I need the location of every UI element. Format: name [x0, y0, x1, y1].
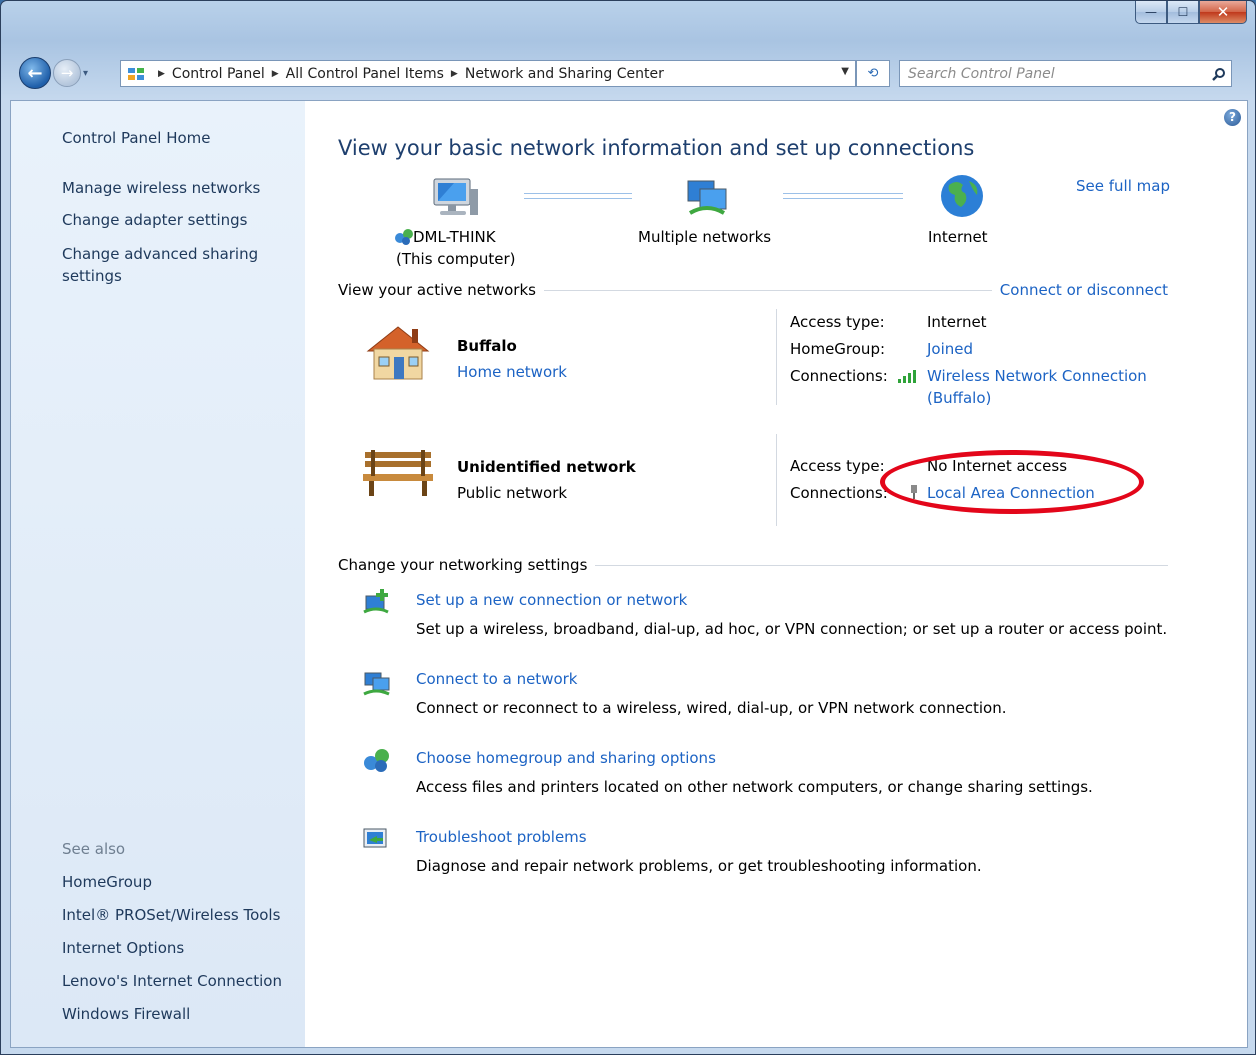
access-type-label: Access type:: [790, 457, 885, 475]
globe-icon: [939, 173, 985, 223]
minimize-icon: —: [1145, 5, 1157, 19]
homegroup-label: HomeGroup:: [790, 340, 886, 358]
see-also-internet-options[interactable]: Internet Options: [62, 939, 184, 957]
task-setup-connection-link[interactable]: Set up a new connection or network: [416, 591, 687, 609]
wireless-signal-icon: [897, 369, 921, 387]
troubleshoot-icon: [363, 827, 389, 855]
sidebar-item-control-panel-home[interactable]: Control Panel Home: [62, 129, 211, 147]
control-panel-icon: [127, 66, 145, 82]
refresh-icon: ⟲: [867, 66, 879, 81]
connect-network-icon: [362, 669, 392, 701]
breadcrumb-all-items[interactable]: All Control Panel Items: [286, 66, 444, 82]
access-type-label: Access type:: [790, 313, 885, 331]
search-box[interactable]: Search Control Panel: [899, 60, 1232, 87]
see-also-lenovo[interactable]: Lenovo's Internet Connection: [62, 972, 282, 990]
internet-label: Internet: [928, 228, 988, 246]
search-input[interactable]: Search Control Panel: [900, 66, 1207, 82]
multiple-networks-icon: [684, 177, 730, 223]
connect-disconnect-link[interactable]: Connect or disconnect: [1000, 281, 1168, 299]
navigation-buttons: ← → ▾: [19, 55, 88, 91]
homegroup-joined-link[interactable]: Joined: [927, 340, 973, 358]
refresh-button[interactable]: ⟲: [856, 60, 890, 87]
computer-icon: [432, 177, 480, 223]
computer-subtitle: (This computer): [396, 250, 516, 268]
address-dropdown-icon[interactable]: ▼: [841, 66, 849, 77]
main-panel: View your basic network information and …: [305, 101, 1245, 1047]
content-area: Control Panel Home Manage wireless netwo…: [10, 100, 1248, 1048]
task-homegroup-desc: Access files and printers located on oth…: [416, 778, 1093, 796]
breadcrumb-network-center[interactable]: Network and Sharing Center: [465, 66, 664, 82]
see-also-windows-firewall[interactable]: Windows Firewall: [62, 1005, 190, 1023]
caption-buttons: — ☐ ✕: [1135, 1, 1247, 24]
connections-label: Connections:: [790, 367, 888, 385]
homegroup-icon: [363, 747, 391, 777]
breadcrumb-control-panel[interactable]: Control Panel: [172, 66, 265, 82]
wireless-connection-link-cont[interactable]: (Buffalo): [927, 389, 991, 407]
page-title: View your basic network information and …: [338, 136, 975, 160]
public-network-bench-icon: [361, 446, 435, 502]
task-connect-network-desc: Connect or reconnect to a wireless, wire…: [416, 699, 1007, 717]
sidebar-item-change-adapter[interactable]: Change adapter settings: [62, 211, 248, 229]
active-networks-label: View your active networks: [338, 281, 536, 299]
map-connector: [783, 193, 903, 199]
map-connector: [524, 193, 632, 199]
task-troubleshoot-link[interactable]: Troubleshoot problems: [416, 828, 587, 846]
task-homegroup-link[interactable]: Choose homegroup and sharing options: [416, 749, 716, 767]
recent-pages-dropdown-icon[interactable]: ▾: [83, 68, 88, 79]
close-button[interactable]: ✕: [1199, 1, 1247, 24]
task-setup-connection-desc: Set up a wireless, broadband, dial-up, a…: [416, 620, 1168, 638]
wireless-connection-link[interactable]: Wireless Network Connection: [927, 367, 1147, 385]
see-also-heading: See also: [62, 840, 126, 858]
window: — ☐ ✕ ← → ▾ ▶ Control Panel ▶ All Contro…: [0, 0, 1256, 1055]
active-networks-header: View your active networks Connect or dis…: [338, 281, 1168, 299]
forward-arrow-icon: →: [60, 64, 74, 82]
see-also-intel-proset[interactable]: Intel® PROSet/Wireless Tools: [62, 906, 280, 924]
task-connect-network-link[interactable]: Connect to a network: [416, 670, 578, 688]
network-name-buffalo: Buffalo: [457, 337, 517, 355]
forward-button[interactable]: →: [53, 59, 81, 87]
computer-name: DML-THINK: [413, 228, 496, 246]
address-bar[interactable]: ▶ Control Panel ▶ All Control Panel Item…: [120, 60, 856, 87]
close-icon: ✕: [1216, 3, 1230, 21]
back-arrow-icon: ←: [27, 62, 43, 84]
breadcrumb-separator[interactable]: ▶: [272, 69, 279, 79]
breadcrumb-separator[interactable]: ▶: [451, 69, 458, 79]
home-network-icon: [364, 323, 432, 387]
sidebar: Control Panel Home Manage wireless netwo…: [11, 101, 305, 1047]
see-full-map-link[interactable]: See full map: [1076, 177, 1170, 195]
change-settings-label: Change your networking settings: [338, 556, 588, 574]
sidebar-item-change-sharing-cont[interactable]: settings: [62, 267, 122, 285]
connections-label: Connections:: [790, 484, 888, 502]
new-connection-icon: [362, 588, 392, 620]
access-type-value: Internet: [927, 313, 987, 331]
multiple-networks-label: Multiple networks: [638, 228, 772, 246]
back-button[interactable]: ←: [19, 57, 51, 89]
search-icon[interactable]: [1207, 61, 1231, 86]
see-also-homegroup[interactable]: HomeGroup: [62, 873, 152, 891]
homegroup-small-icon: [394, 227, 414, 249]
highlight-annotation: [880, 450, 1144, 514]
maximize-icon: ☐: [1177, 5, 1189, 19]
network-type-home-link[interactable]: Home network: [457, 363, 567, 381]
network-type-public: Public network: [457, 484, 568, 502]
sidebar-item-change-sharing[interactable]: Change advanced sharing: [62, 245, 258, 263]
task-troubleshoot-desc: Diagnose and repair network problems, or…: [416, 857, 982, 875]
sidebar-item-manage-wireless[interactable]: Manage wireless networks: [62, 179, 260, 197]
change-settings-header: Change your networking settings: [338, 556, 1168, 574]
breadcrumb: ▶ Control Panel ▶ All Control Panel Item…: [158, 65, 664, 82]
minimize-button[interactable]: —: [1135, 1, 1167, 24]
network-name-unidentified: Unidentified network: [457, 458, 636, 476]
maximize-button[interactable]: ☐: [1167, 1, 1199, 24]
